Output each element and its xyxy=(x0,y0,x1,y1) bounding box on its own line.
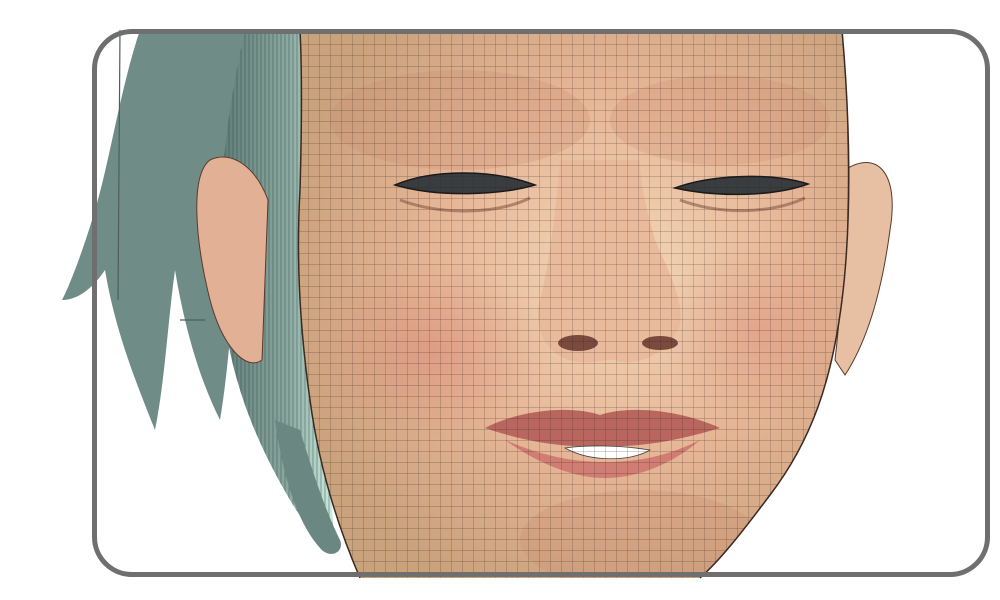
face-group xyxy=(297,29,850,579)
head-render-svg xyxy=(62,29,893,579)
wireframe-mesh xyxy=(298,30,849,578)
render-viewport xyxy=(0,0,1000,600)
